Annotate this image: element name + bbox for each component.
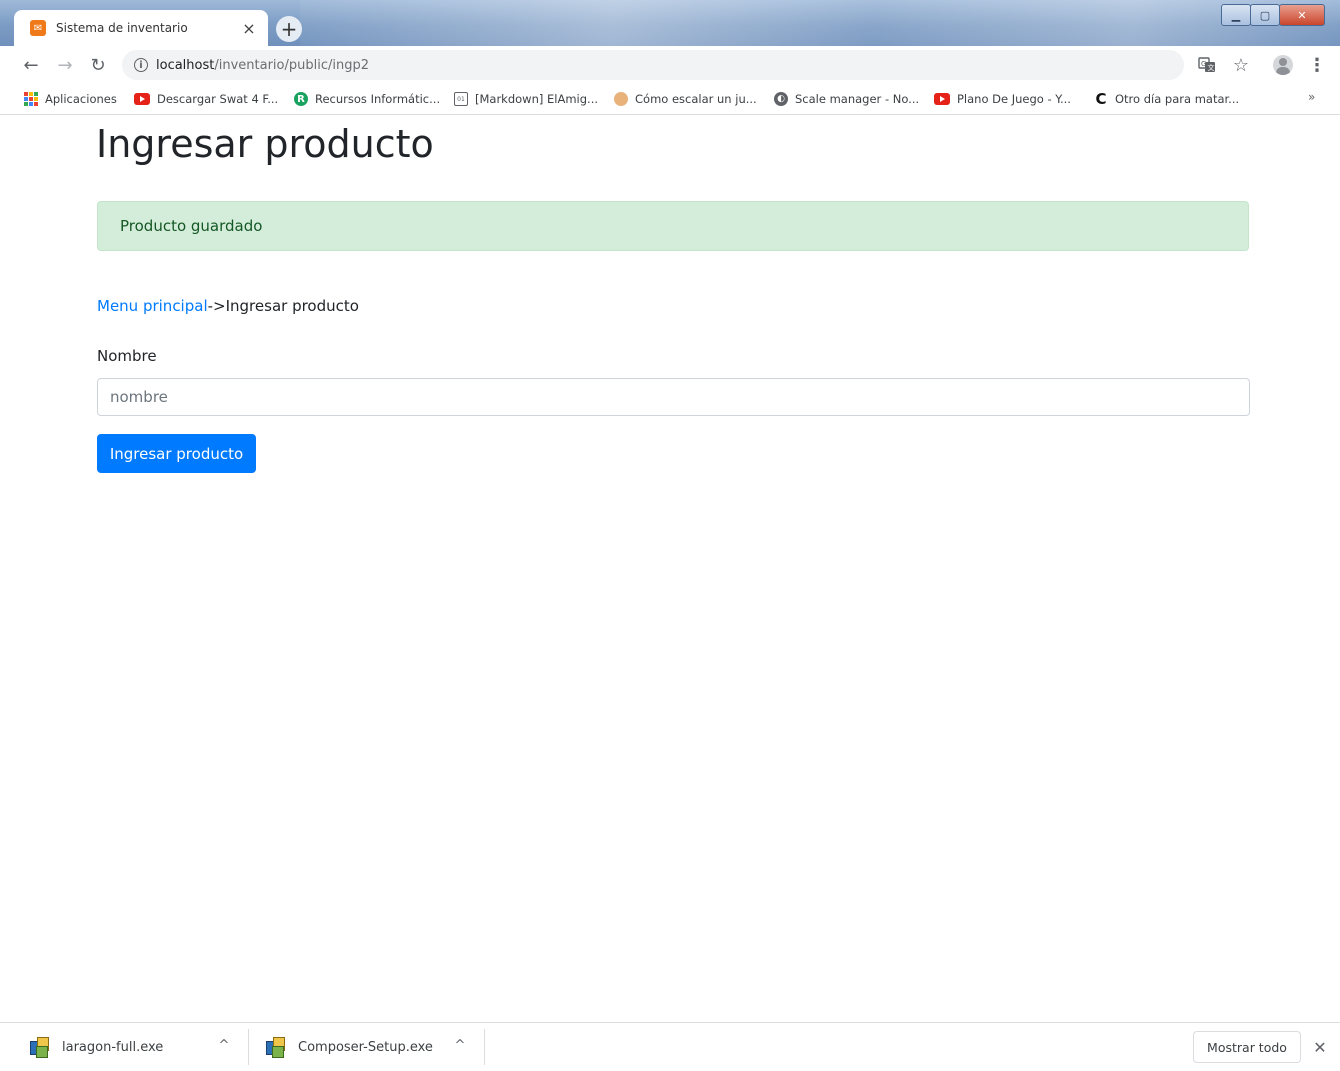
menu-kebab-icon[interactable]: ⋮ <box>1306 54 1328 76</box>
profile-avatar-icon[interactable] <box>1272 54 1294 76</box>
bookmark-markdown-elamigo[interactable]: 01 [Markdown] ElAmig... <box>454 90 598 108</box>
forward-arrow-icon[interactable]: → <box>54 54 76 76</box>
youtube-icon <box>134 93 150 105</box>
tab-title: Sistema de inventario <box>56 21 188 35</box>
face-avatar-icon <box>614 92 628 106</box>
installer-file-icon <box>30 1037 49 1058</box>
download-item-composer[interactable]: Composer-Setup.exe <box>266 1023 433 1071</box>
bookmarks-overflow-icon[interactable]: » <box>1308 90 1315 104</box>
youtube-icon <box>934 93 950 105</box>
download-filename: Composer-Setup.exe <box>298 1039 433 1055</box>
c-logo-icon: C <box>1095 90 1107 108</box>
markdown-binary-icon: 01 <box>454 92 468 106</box>
download-shelf: laragon-full.exe ^ Composer-Setup.exe ^ … <box>0 1022 1340 1071</box>
alert-message: Producto guardado <box>120 217 263 235</box>
window-controls: ▁ ▢ ✕ <box>1221 4 1325 26</box>
address-bar[interactable]: i localhost/inventario/public/ingp2 <box>122 50 1184 80</box>
browser-tab-active[interactable]: ✉ Sistema de inventario × <box>14 10 268 46</box>
download-divider <box>248 1029 249 1065</box>
breadcrumb-link-menu-principal[interactable]: Menu principal <box>97 297 208 315</box>
url-text: localhost/inventario/public/ingp2 <box>156 57 369 73</box>
bookmark-scale-manager[interactable]: ◐ Scale manager - No... <box>774 90 919 108</box>
close-shelf-icon[interactable]: ✕ <box>1310 1037 1330 1057</box>
site-info-icon[interactable]: i <box>134 58 148 72</box>
back-arrow-icon[interactable]: ← <box>20 54 42 76</box>
chevron-up-icon[interactable]: ^ <box>214 1035 234 1055</box>
download-filename: laragon-full.exe <box>62 1039 164 1055</box>
apps-grid-icon <box>24 92 38 106</box>
bookmark-descargar-swat[interactable]: Descargar Swat 4 F... <box>134 90 278 108</box>
bookmark-otro-dia[interactable]: C Otro día para matar... <box>1094 90 1239 108</box>
download-item-laragon[interactable]: laragon-full.exe <box>30 1023 163 1071</box>
minimize-button[interactable]: ▁ <box>1221 4 1251 26</box>
ingresar-producto-button[interactable]: Ingresar producto <box>97 434 256 473</box>
svg-text:文: 文 <box>1208 63 1215 72</box>
bookmarks-bar: Aplicaciones Descargar Swat 4 F... R Rec… <box>0 84 1340 115</box>
bookmark-como-escalar[interactable]: Cómo escalar un ju... <box>614 90 757 108</box>
tab-close-icon[interactable]: × <box>240 19 258 38</box>
browser-titlebar: ✉ Sistema de inventario × + ▁ ▢ ✕ <box>0 0 1340 46</box>
recursos-r-icon: R <box>294 92 308 106</box>
reload-icon[interactable]: ↻ <box>87 54 109 76</box>
chevron-up-icon[interactable]: ^ <box>450 1035 470 1055</box>
bookmark-star-icon[interactable]: ☆ <box>1230 54 1252 76</box>
page-title: Ingresar producto <box>96 122 434 166</box>
success-alert: Producto guardado <box>97 201 1249 251</box>
show-all-downloads-button[interactable]: Mostrar todo <box>1193 1031 1301 1063</box>
new-tab-button[interactable]: + <box>276 16 302 42</box>
translate-icon[interactable]: G文 <box>1196 54 1218 76</box>
download-divider <box>484 1029 485 1065</box>
close-window-button[interactable]: ✕ <box>1279 4 1325 26</box>
browser-toolbar: ← → ↻ i localhost/inventario/public/ingp… <box>0 46 1340 84</box>
breadcrumb: Menu principal->Ingresar producto <box>97 297 359 315</box>
svg-text:G: G <box>1201 60 1206 68</box>
nombre-input[interactable] <box>97 378 1250 416</box>
breadcrumb-current: Ingresar producto <box>225 297 359 315</box>
maximize-button[interactable]: ▢ <box>1250 4 1280 26</box>
bookmark-apps[interactable]: Aplicaciones <box>24 90 117 108</box>
installer-file-icon <box>266 1037 285 1058</box>
breadcrumb-separator: -> <box>207 297 226 315</box>
bookmark-plano-de-juego[interactable]: Plano De Juego - Y... <box>934 90 1071 108</box>
titlebar-decoration <box>300 0 1340 46</box>
globe-icon: ◐ <box>774 92 788 106</box>
bookmark-recursos-informaticos[interactable]: R Recursos Informátic... <box>294 90 440 108</box>
xampp-favicon-icon: ✉ <box>30 20 46 36</box>
nombre-label: Nombre <box>97 347 157 365</box>
